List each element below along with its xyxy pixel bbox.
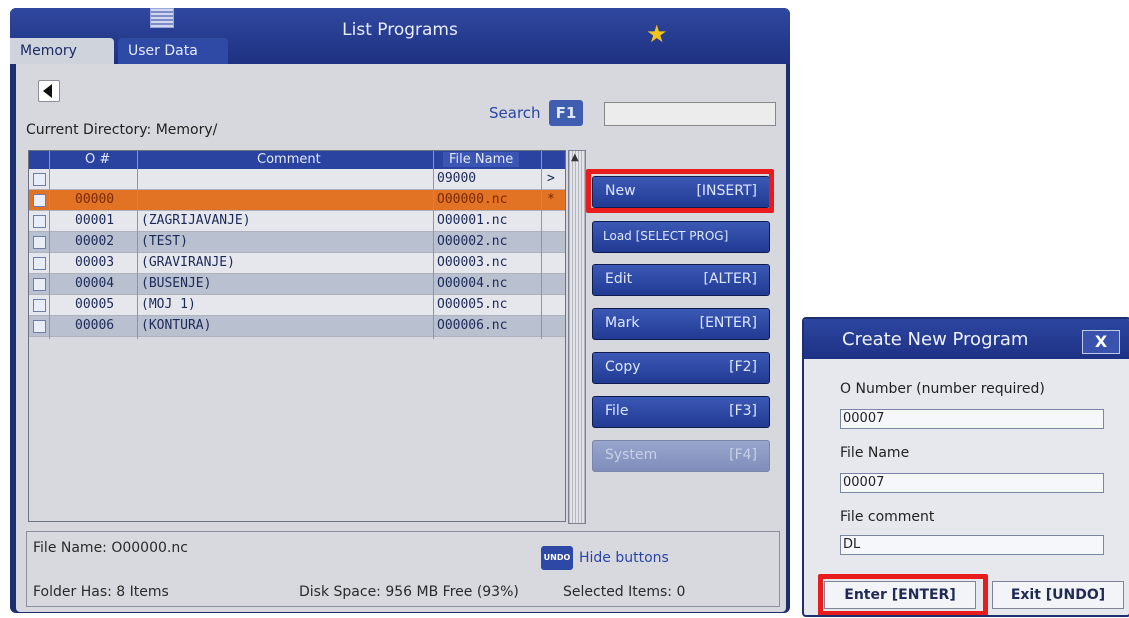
row-file-name: O00003.nc [437,255,508,270]
edit-button-key: [ALTER] [703,271,758,287]
back-arrow-icon[interactable] [38,80,60,102]
selected-items: Selected Items: 0 [563,584,686,600]
highlight-box-enter [818,574,988,615]
list-programs-content: Current Directory: Memory/ Search F1 O #… [16,64,786,612]
table-row-selected[interactable]: 00000 O00000.nc * [29,190,565,211]
row-file-name: O00002.nc [437,234,508,249]
file-button-label: File [605,403,629,419]
table-row[interactable]: 00004 (BUSENJE) O00004.nc [29,274,565,295]
row-o-number: 00002 [75,234,115,249]
table-row[interactable]: 00002 (TEST) O00002.nc [29,232,565,253]
list-programs-window: List Programs ★ Memory User Data Current… [10,8,790,613]
row-checkbox[interactable] [33,236,46,249]
copy-button-label: Copy [605,359,641,375]
tab-user-data[interactable]: User Data [118,38,228,64]
row-comment: (MOJ 1) [141,297,196,312]
table-row[interactable]: 00003 (GRAVIRANJE) O00003.nc [29,253,565,274]
table-header: O # Comment File Name [29,151,565,169]
load-program-button[interactable]: Load [SELECT PROG] [592,221,770,253]
row-file-name: O00000.nc [437,192,508,207]
row-checkbox[interactable] [33,257,46,270]
row-comment: (ZAGRIJAVANJE) [141,213,251,228]
footer-file-name: File Name: O00000.nc [33,540,188,556]
f1-key-badge[interactable]: F1 [549,100,583,126]
create-new-program-dialog: Create New Program X O Number (number re… [802,317,1129,617]
column-header-o-number[interactable]: O # [85,152,110,167]
close-icon[interactable]: X [1082,330,1120,354]
o-number-label: O Number (number required) [840,381,1045,397]
column-divider [433,151,434,339]
column-header-comment[interactable]: Comment [257,152,321,167]
dialog-title-bar: Create New Program X [804,319,1129,359]
exit-button[interactable]: Exit [UNDO] [992,581,1124,609]
status-footer: File Name: O00000.nc UNDO Hide buttons F… [26,531,780,607]
row-marker: * [547,192,555,207]
column-header-file-name[interactable]: File Name [443,152,520,167]
row-o-number: 00006 [75,318,115,333]
row-checkbox[interactable] [33,299,46,312]
row-file-name: O00006.nc [437,318,508,333]
row-comment: (KONTURA) [141,318,212,333]
scroll-up-icon[interactable]: ▲ [571,153,579,163]
row-o-number: 00001 [75,213,115,228]
table-row[interactable]: 00001 (ZAGRIJAVANJE) O00001.nc [29,211,565,232]
current-directory: Current Directory: Memory/ [26,122,218,138]
mark-button-key: [ENTER] [699,315,757,331]
row-marker: > [547,171,555,186]
row-checkbox[interactable] [33,194,46,207]
mark-button[interactable]: Mark [ENTER] [592,308,770,340]
row-checkbox[interactable] [33,320,46,333]
folder-item-count: Folder Has: 8 Items [33,584,169,600]
file-name-field[interactable]: 00007 [840,473,1104,493]
row-checkbox[interactable] [33,278,46,291]
favorite-star-icon[interactable]: ★ [646,22,668,46]
o-number-field[interactable]: 00007 [840,409,1104,429]
file-button[interactable]: File [F3] [592,396,770,428]
system-button-key: [F4] [729,447,757,463]
edit-button-label: Edit [605,271,633,287]
copy-button[interactable]: Copy [F2] [592,352,770,384]
row-comment: (BUSENJE) [141,276,212,291]
table-scrollbar[interactable]: ▲ [568,150,586,524]
file-name-label: File Name [840,445,910,461]
dialog-title: Create New Program [842,329,1029,350]
row-file-name: O00004.nc [437,276,508,291]
row-o-number: 00003 [75,255,115,270]
row-o-number: 00004 [75,276,115,291]
column-divider [541,151,542,339]
row-checkbox[interactable] [33,215,46,228]
row-file-name: 09000 [437,171,477,186]
table-row[interactable]: 00006 (KONTURA) O00006.nc [29,316,565,337]
file-comment-label: File comment [840,509,935,525]
row-comment: (GRAVIRANJE) [141,255,235,270]
system-button-label: System [605,447,658,463]
table-row[interactable]: 09000 > [29,169,565,190]
file-button-key: [F3] [729,403,757,419]
tab-memory[interactable]: Memory [10,38,114,64]
window-title: List Programs [342,20,458,40]
program-table: O # Comment File Name 09000 > 00000 O000… [28,150,566,522]
file-comment-field[interactable]: DL [840,535,1104,555]
row-o-number: 00000 [75,192,115,207]
undo-key-badge[interactable]: UNDO [541,546,573,570]
row-file-name: O00005.nc [437,297,508,312]
column-divider [137,151,138,339]
search-input[interactable] [604,102,776,126]
highlight-box-new [586,169,774,213]
load-button-label: Load [SELECT PROG] [603,229,729,243]
row-comment: (TEST) [141,234,188,249]
copy-button-key: [F2] [729,359,757,375]
row-file-name: O00001.nc [437,213,508,228]
mark-button-label: Mark [605,315,640,331]
title-bar: List Programs ★ Memory User Data [10,8,790,64]
row-o-number: 00005 [75,297,115,312]
table-row[interactable]: 00005 (MOJ 1) O00005.nc [29,295,565,316]
disk-space: Disk Space: 956 MB Free (93%) [299,584,519,600]
row-checkbox[interactable] [33,173,46,186]
system-button[interactable]: System [F4] [592,440,770,472]
edit-button[interactable]: Edit [ALTER] [592,264,770,296]
hide-buttons-link[interactable]: Hide buttons [579,550,669,566]
search-label: Search [489,104,541,122]
column-divider [49,151,50,339]
